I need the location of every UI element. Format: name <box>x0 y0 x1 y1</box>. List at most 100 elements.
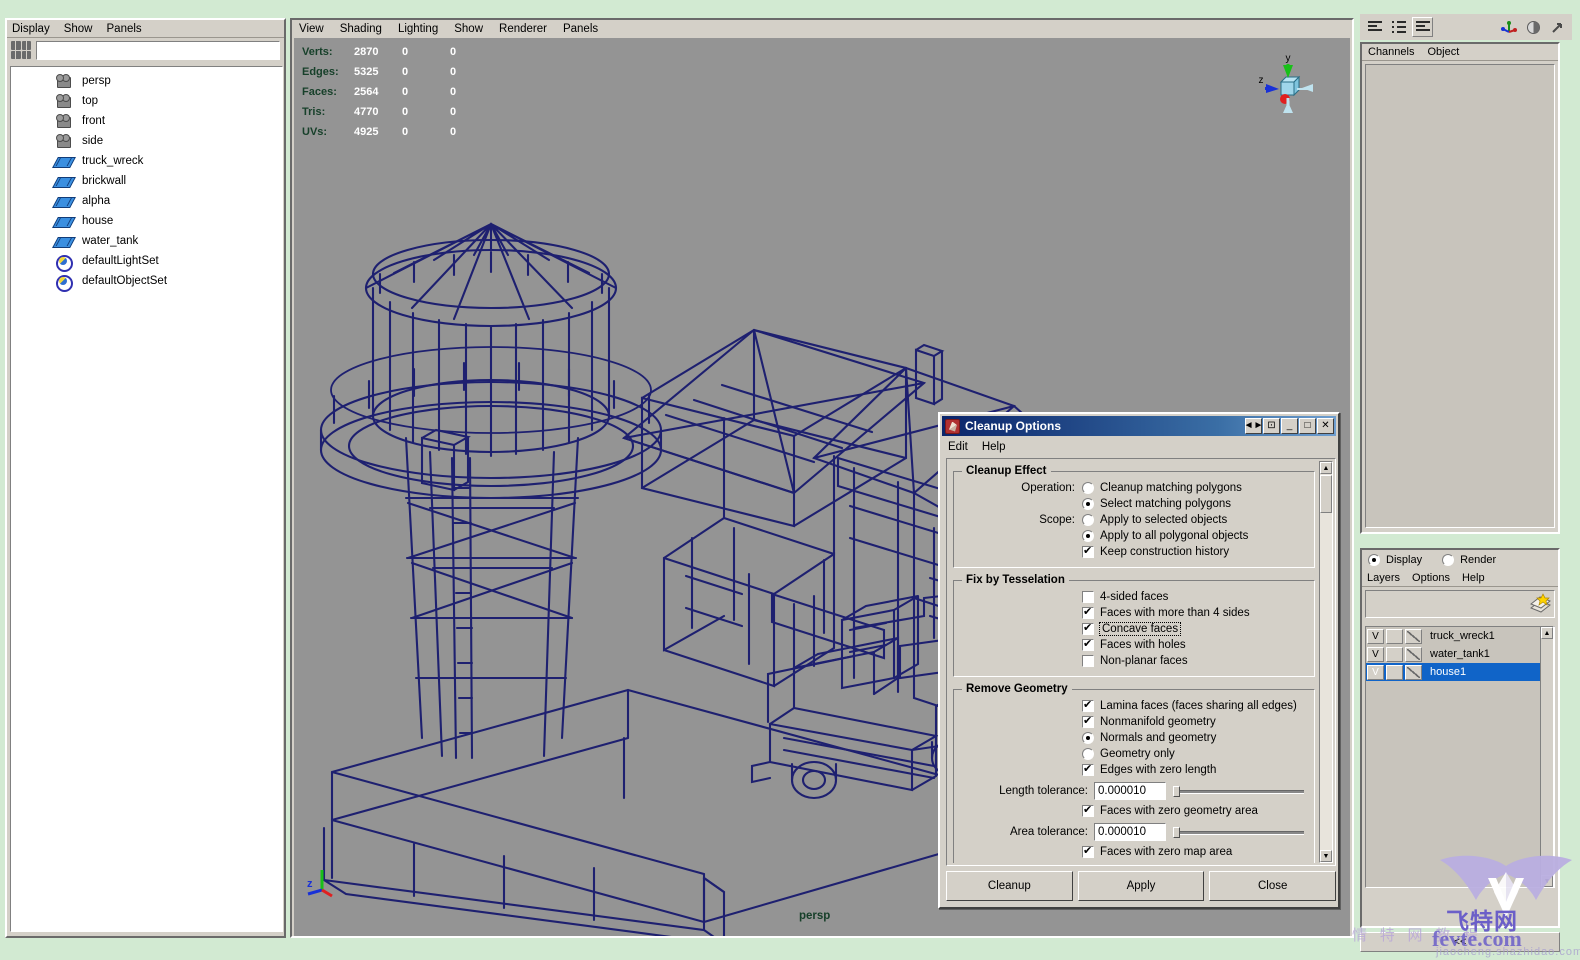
length-tolerance-input[interactable]: 0.000010 <box>1094 782 1166 800</box>
checkbox-icon[interactable] <box>1082 546 1094 558</box>
hierarchy-tree-icon[interactable] <box>10 40 32 60</box>
apply-button[interactable]: Apply <box>1078 871 1205 901</box>
scroll-down-icon[interactable]: ▼ <box>1541 875 1553 887</box>
scrollbar-thumb[interactable] <box>1320 475 1332 513</box>
option-row[interactable]: Faces with zero map area <box>960 844 1308 860</box>
outliner-search-input[interactable] <box>36 41 280 60</box>
dialog-titlebar[interactable]: Cleanup Options ◄► ⊡ _ □ ✕ <box>942 416 1336 436</box>
radio-display[interactable]: Display <box>1368 554 1422 566</box>
radio-icon[interactable] <box>1082 732 1094 744</box>
radio-icon[interactable] <box>1082 748 1094 760</box>
scroll-up-icon[interactable]: ▲ <box>1320 462 1332 474</box>
radio-icon[interactable] <box>1082 498 1094 510</box>
dialog-menu-edit[interactable]: Edit <box>948 441 968 453</box>
option-row[interactable]: Non-planar faces <box>960 653 1308 669</box>
list-item[interactable]: truck_wreck <box>11 151 282 171</box>
layer-menu-layers[interactable]: Layers <box>1367 572 1400 584</box>
viewport-menu-renderer[interactable]: Renderer <box>499 23 547 35</box>
checkbox-icon[interactable] <box>1082 764 1094 776</box>
cleanup-button[interactable]: Cleanup <box>946 871 1073 901</box>
layer-row[interactable]: V water_tank1 <box>1366 645 1554 663</box>
list-item[interactable]: side <box>11 131 282 151</box>
option-row[interactable]: Apply to all polygonal objects <box>960 528 1308 544</box>
layer-row[interactable]: V house1 <box>1366 663 1554 681</box>
checkbox-icon[interactable] <box>1082 655 1094 667</box>
option-row[interactable]: Lamina faces (faces sharing all edges) <box>960 698 1308 714</box>
length-tolerance-row[interactable]: Length tolerance: 0.000010 <box>960 780 1308 801</box>
render-globals-icon[interactable] <box>1523 17 1544 37</box>
list-item[interactable]: defaultLightSet <box>11 251 282 271</box>
layer-list-scrollbar[interactable]: ▲ ▼ <box>1540 626 1554 888</box>
option-row[interactable]: Scope: Apply to selected objects <box>960 512 1308 528</box>
area-tolerance-geometry-slider[interactable] <box>1173 823 1304 841</box>
layer-visibility-toggle[interactable]: V <box>1367 647 1384 662</box>
option-row[interactable]: Faces with holes <box>960 637 1308 653</box>
maximize-icon[interactable]: □ <box>1299 418 1316 434</box>
checkbox-icon[interactable] <box>1082 700 1094 712</box>
option-row[interactable]: Faces with more than 4 sides <box>960 605 1308 621</box>
option-row[interactable]: Edges with zero length <box>960 762 1308 778</box>
list-item[interactable]: front <box>11 111 282 131</box>
area-tolerance-geometry-row[interactable]: Area tolerance: 0.000010 <box>960 821 1308 842</box>
outliner-menu-panels[interactable]: Panels <box>107 23 142 35</box>
outliner-menu-show[interactable]: Show <box>64 23 93 35</box>
checkbox-icon[interactable] <box>1082 623 1094 635</box>
option-row[interactable]: Normals and geometry <box>960 730 1308 746</box>
outliner-menu-display[interactable]: Display <box>12 23 50 35</box>
layer-playback-toggle[interactable] <box>1386 647 1403 662</box>
outliner-list[interactable]: persp top front side truck_wreck brickwa… <box>10 66 283 932</box>
viewport-menu-panels[interactable]: Panels <box>563 23 598 35</box>
list-item[interactable]: brickwall <box>11 171 282 191</box>
layer-menu-options[interactable]: Options <box>1412 572 1450 584</box>
checkbox-icon[interactable] <box>1082 591 1094 603</box>
list-item[interactable]: top <box>11 91 282 111</box>
slider-handle[interactable] <box>1173 827 1180 838</box>
dialog-scroll-area[interactable]: Cleanup Effect Operation: Cleanup matchi… <box>949 461 1319 863</box>
layer-playback-toggle[interactable] <box>1386 665 1403 680</box>
radio-icon[interactable] <box>1082 514 1094 526</box>
area-tolerance-map-row[interactable]: Area tolerance: 0.000010 <box>960 862 1308 863</box>
list-item[interactable]: water_tank <box>11 231 282 251</box>
scroll-down-icon[interactable]: ▼ <box>1320 850 1332 862</box>
cleanup-options-dialog[interactable]: Cleanup Options ◄► ⊡ _ □ ✕ Edit Help Cle… <box>938 412 1340 909</box>
area-tolerance-geometry-input[interactable]: 0.000010 <box>1094 823 1166 841</box>
option-row[interactable]: Select matching polygons <box>960 496 1308 512</box>
channel-and-layer-icon[interactable] <box>1412 17 1433 37</box>
option-row[interactable]: 4-sided faces <box>960 589 1308 605</box>
checkbox-icon[interactable] <box>1082 805 1094 817</box>
layer-display-type-toggle[interactable] <box>1405 647 1422 662</box>
tool-settings-icon[interactable] <box>1547 17 1568 37</box>
checkbox-icon[interactable] <box>1082 607 1094 619</box>
viewport-menu-show[interactable]: Show <box>454 23 483 35</box>
panel-collapse-bar[interactable]: << <box>1360 932 1560 952</box>
option-row[interactable]: Keep construction history <box>960 544 1308 560</box>
layer-row[interactable]: V truck_wreck1 <box>1366 627 1554 645</box>
attribute-editor-icon[interactable] <box>1499 17 1520 37</box>
list-item[interactable]: persp <box>11 71 282 91</box>
option-row[interactable]: Concave faces <box>960 621 1308 637</box>
view-cube-axis-gizmo[interactable]: y z <box>1252 52 1322 124</box>
channelbox-menu-channels[interactable]: Channels <box>1368 46 1414 58</box>
viewport-menu-shading[interactable]: Shading <box>340 23 382 35</box>
scroll-up-icon[interactable]: ▲ <box>1541 627 1553 639</box>
option-row[interactable]: Operation: Cleanup matching polygons <box>960 480 1308 496</box>
close-button[interactable]: Close <box>1209 871 1336 901</box>
option-row[interactable]: Geometry only <box>960 746 1308 762</box>
minimize-icon[interactable]: _ <box>1281 418 1298 434</box>
dialog-vertical-scrollbar[interactable]: ▲ ▼ <box>1319 461 1333 863</box>
channelbox-body[interactable] <box>1365 64 1555 528</box>
list-item[interactable]: house <box>11 211 282 231</box>
viewport-menu-lighting[interactable]: Lighting <box>398 23 438 35</box>
layer-editor-icon[interactable] <box>1388 17 1409 37</box>
list-item[interactable]: defaultObjectSet <box>11 271 282 291</box>
channel-box-icon[interactable] <box>1364 17 1385 37</box>
close-icon[interactable]: ✕ <box>1317 418 1334 434</box>
layer-menu-help[interactable]: Help <box>1462 572 1485 584</box>
option-row[interactable]: Nonmanifold geometry <box>960 714 1308 730</box>
radio-render[interactable]: Render <box>1442 554 1496 566</box>
viewport-menu-view[interactable]: View <box>299 23 324 35</box>
list-item[interactable]: alpha <box>11 191 282 211</box>
dialog-menu-help[interactable]: Help <box>982 441 1006 453</box>
channelbox-menu-object[interactable]: Object <box>1427 46 1459 58</box>
slider-handle[interactable] <box>1173 786 1180 797</box>
